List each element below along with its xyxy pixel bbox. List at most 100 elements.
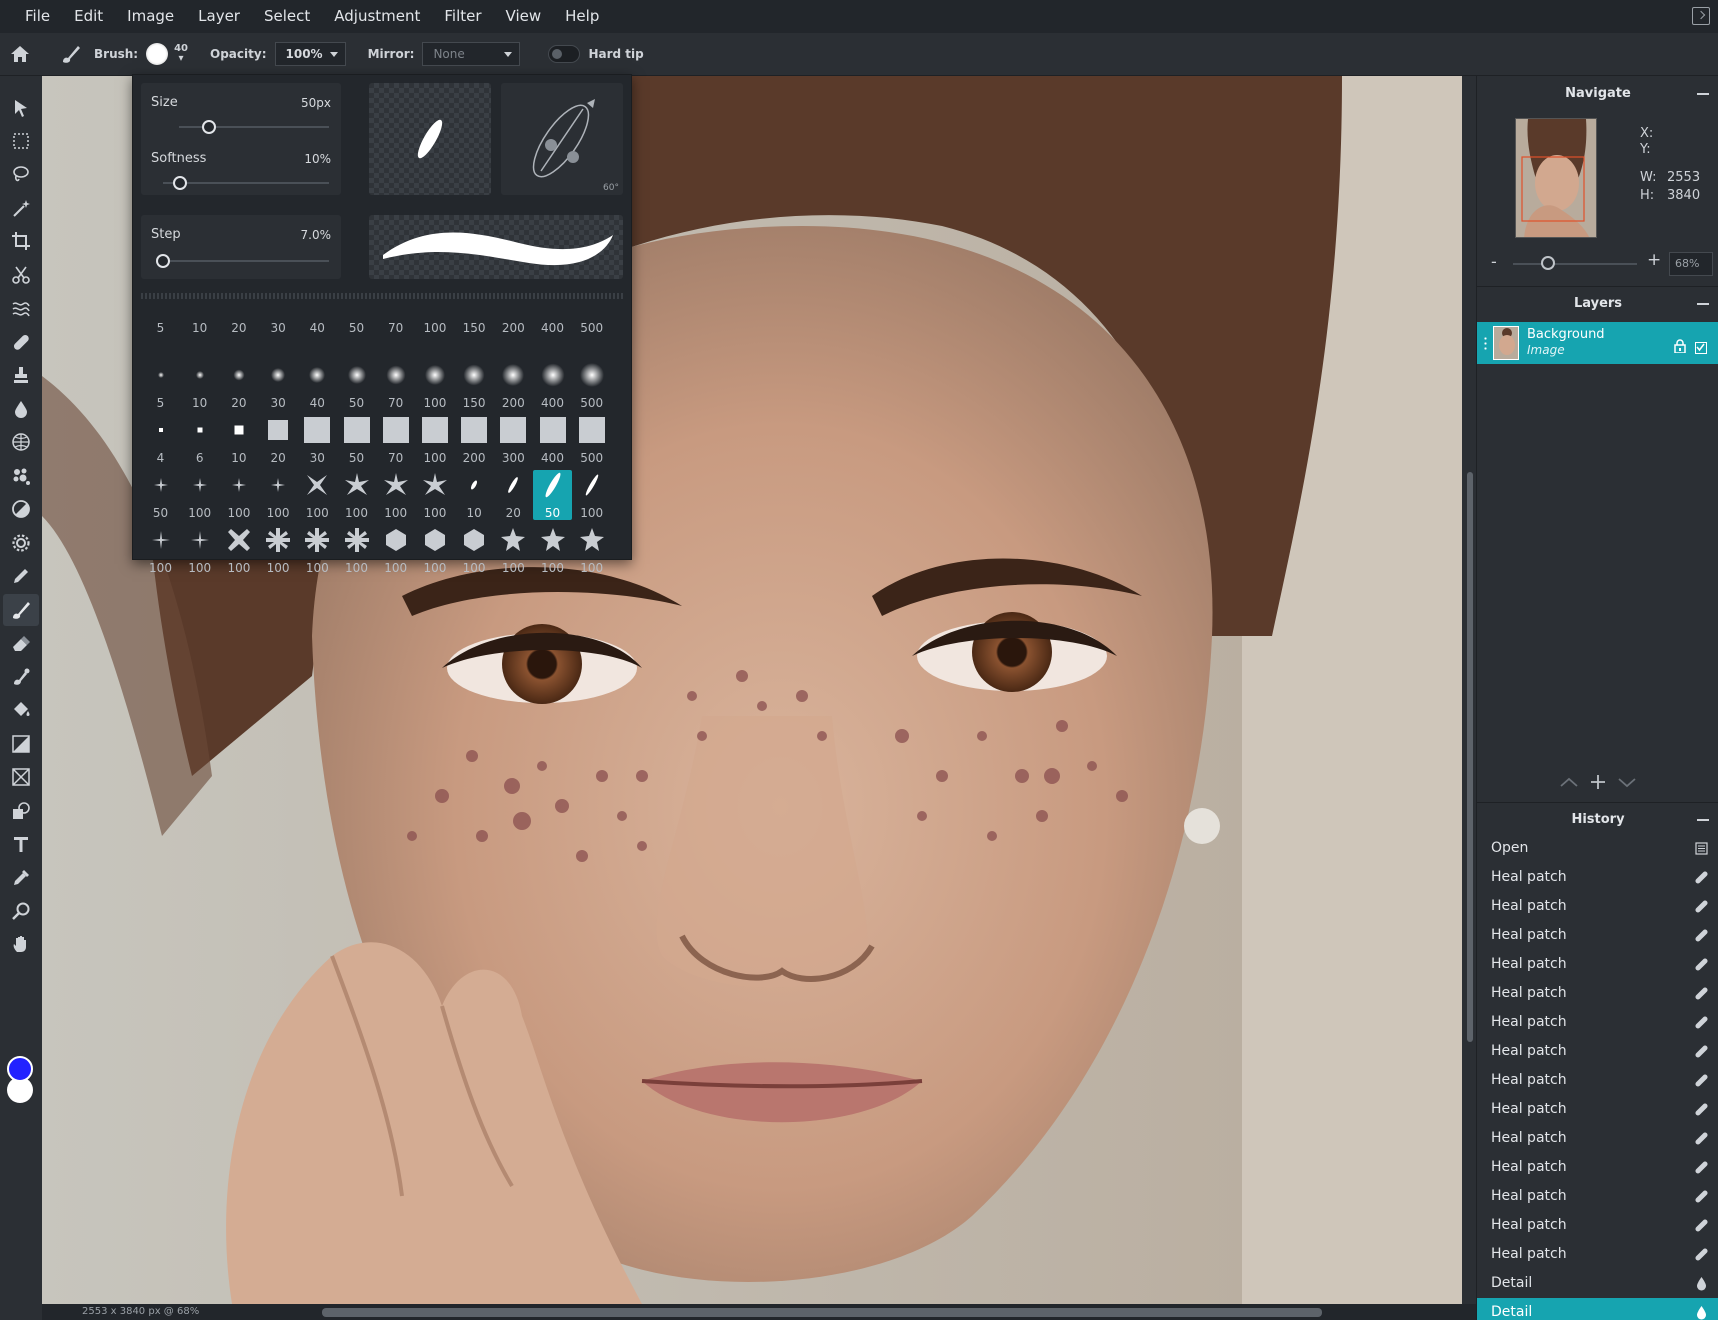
history-item[interactable]: Heal patch — [1477, 950, 1718, 979]
history-item[interactable]: Heal patch — [1477, 921, 1718, 950]
brush-preset-square[interactable]: 400 — [533, 415, 572, 465]
history-item[interactable]: Heal patch — [1477, 979, 1718, 1008]
horizontal-scroll-thumb[interactable] — [322, 1308, 1322, 1317]
vertical-scroll-thumb[interactable] — [1467, 472, 1473, 1042]
home-icon[interactable] — [10, 44, 30, 64]
brush-preset-star-mix[interactable]: 20 — [494, 470, 533, 520]
stamp-icon[interactable] — [9, 363, 33, 387]
liquify-icon[interactable] — [9, 296, 33, 320]
shapes-icon[interactable] — [9, 799, 33, 823]
bucket-icon[interactable] — [9, 698, 33, 722]
layer-visibility-checkbox[interactable] — [1695, 342, 1707, 354]
drag-handle-icon[interactable] — [1484, 336, 1487, 350]
brush-preset-star-mix[interactable]: 50 — [141, 470, 180, 520]
history-item[interactable]: Heal patch — [1477, 1153, 1718, 1182]
vertical-scrollbar[interactable] — [1464, 76, 1476, 1304]
frame-icon[interactable] — [9, 765, 33, 789]
size-slider-knob[interactable] — [202, 120, 216, 134]
history-item[interactable]: Heal patch — [1477, 1211, 1718, 1240]
brush-preset-shape-mix[interactable]: 100 — [180, 525, 219, 575]
layer-row-background[interactable]: Background Image — [1477, 322, 1718, 364]
brush-preset-soft-dot[interactable]: 40 — [298, 360, 337, 410]
opacity-select[interactable]: 100% — [274, 42, 346, 66]
minimize-icon[interactable] — [1697, 819, 1709, 821]
brush-preset-square[interactable]: 300 — [494, 415, 533, 465]
history-item[interactable]: Heal patch — [1477, 1182, 1718, 1211]
zoom-slider-knob[interactable] — [1541, 256, 1555, 270]
add-layer-icon[interactable] — [1591, 775, 1605, 789]
menu-help[interactable]: Help — [553, 0, 611, 33]
brush-preset-square[interactable]: 200 — [455, 415, 494, 465]
lock-icon[interactable] — [1673, 339, 1687, 353]
move-layer-up-icon[interactable] — [1560, 777, 1578, 787]
sphere-icon[interactable] — [9, 430, 33, 454]
brush-preset-square[interactable]: 4 — [141, 415, 180, 465]
brush-preset-square[interactable]: 50 — [337, 415, 376, 465]
history-item[interactable]: Heal patch — [1477, 1037, 1718, 1066]
brush-preset-soft-dot[interactable]: 200 — [494, 360, 533, 410]
hard-tip-toggle[interactable] — [548, 45, 581, 63]
brush-preset-soft-dot[interactable]: 400 — [533, 360, 572, 410]
brush-preset-square[interactable]: 20 — [259, 415, 298, 465]
history-item[interactable]: Heal patch — [1477, 1008, 1718, 1037]
brush-preview-button[interactable] — [146, 43, 169, 65]
type-icon[interactable] — [9, 832, 33, 856]
step-slider[interactable] — [156, 254, 329, 268]
menu-view[interactable]: View — [494, 0, 554, 33]
angle-control[interactable]: 60° — [501, 83, 623, 195]
brush-preset-soft-dot[interactable]: 70 — [376, 360, 415, 410]
step-slider-knob[interactable] — [156, 254, 170, 268]
history-item[interactable]: Heal patch — [1477, 892, 1718, 921]
brush-preset-soft-dot[interactable]: 50 — [337, 360, 376, 410]
brush-preset-square[interactable]: 30 — [298, 415, 337, 465]
dodge-icon[interactable] — [9, 497, 33, 521]
history-item[interactable]: Heal patch — [1477, 1066, 1718, 1095]
brush-preset-shape-mix[interactable]: 100 — [141, 525, 180, 575]
zoom-value-input[interactable]: 68% — [1669, 252, 1713, 276]
brush-preset-soft-dot[interactable]: 10 — [180, 360, 219, 410]
brush-preset-square[interactable]: 6 — [180, 415, 219, 465]
brush-preset-star-mix[interactable]: 100 — [219, 470, 258, 520]
brush-size-preset[interactable]: 5 — [141, 305, 180, 355]
size-slider[interactable] — [179, 120, 329, 134]
sponge-icon[interactable] — [9, 464, 33, 488]
gradient-icon[interactable] — [9, 732, 33, 756]
history-item[interactable]: Heal patch — [1477, 863, 1718, 892]
eyedropper-icon[interactable] — [9, 866, 33, 890]
brush-preset-star-mix[interactable]: 100 — [337, 470, 376, 520]
brush-preset-square[interactable]: 100 — [415, 415, 454, 465]
history-item[interactable]: Detail — [1477, 1269, 1718, 1298]
minimize-icon[interactable] — [1697, 93, 1709, 95]
brush-preset-square[interactable]: 500 — [572, 415, 611, 465]
menu-image[interactable]: Image — [115, 0, 186, 33]
brush-preset-square[interactable]: 70 — [376, 415, 415, 465]
brush-size-dropdown[interactable]: 40 ▾ — [174, 44, 188, 64]
history-item[interactable]: Open — [1477, 834, 1718, 863]
brush-preset-soft-dot[interactable]: 150 — [455, 360, 494, 410]
marquee-icon[interactable] — [9, 129, 33, 153]
brush-size-preset[interactable]: 500 — [572, 305, 611, 355]
brush-size-preset[interactable]: 10 — [180, 305, 219, 355]
brush-icon[interactable] — [3, 594, 39, 626]
brush-size-preset[interactable]: 40 — [298, 305, 337, 355]
scissors-icon[interactable] — [9, 263, 33, 287]
softness-slider[interactable] — [163, 176, 329, 190]
brush-preset-star-mix[interactable]: 100 — [572, 470, 611, 520]
brush-preset-shape-mix[interactable]: 100 — [376, 525, 415, 575]
history-item[interactable]: Heal patch — [1477, 1240, 1718, 1269]
drop-icon[interactable] — [9, 397, 33, 421]
brush-preset-star-mix[interactable]: 10 — [455, 470, 494, 520]
softness-slider-knob[interactable] — [172, 176, 187, 190]
lasso-icon[interactable] — [9, 162, 33, 186]
smudge-icon[interactable] — [9, 665, 33, 689]
pencil-icon[interactable] — [9, 564, 33, 588]
brush-preset-soft-dot[interactable]: 30 — [259, 360, 298, 410]
brush-preset-star-mix[interactable]: 50 — [533, 470, 572, 520]
move-layer-down-icon[interactable] — [1618, 778, 1636, 788]
brush-size-preset[interactable]: 400 — [533, 305, 572, 355]
history-item[interactable]: Heal patch — [1477, 1095, 1718, 1124]
menu-select[interactable]: Select — [252, 0, 322, 33]
menu-adjustment[interactable]: Adjustment — [322, 0, 432, 33]
brush-preset-shape-mix[interactable]: 100 — [415, 525, 454, 575]
mirror-select[interactable]: None — [422, 42, 521, 66]
